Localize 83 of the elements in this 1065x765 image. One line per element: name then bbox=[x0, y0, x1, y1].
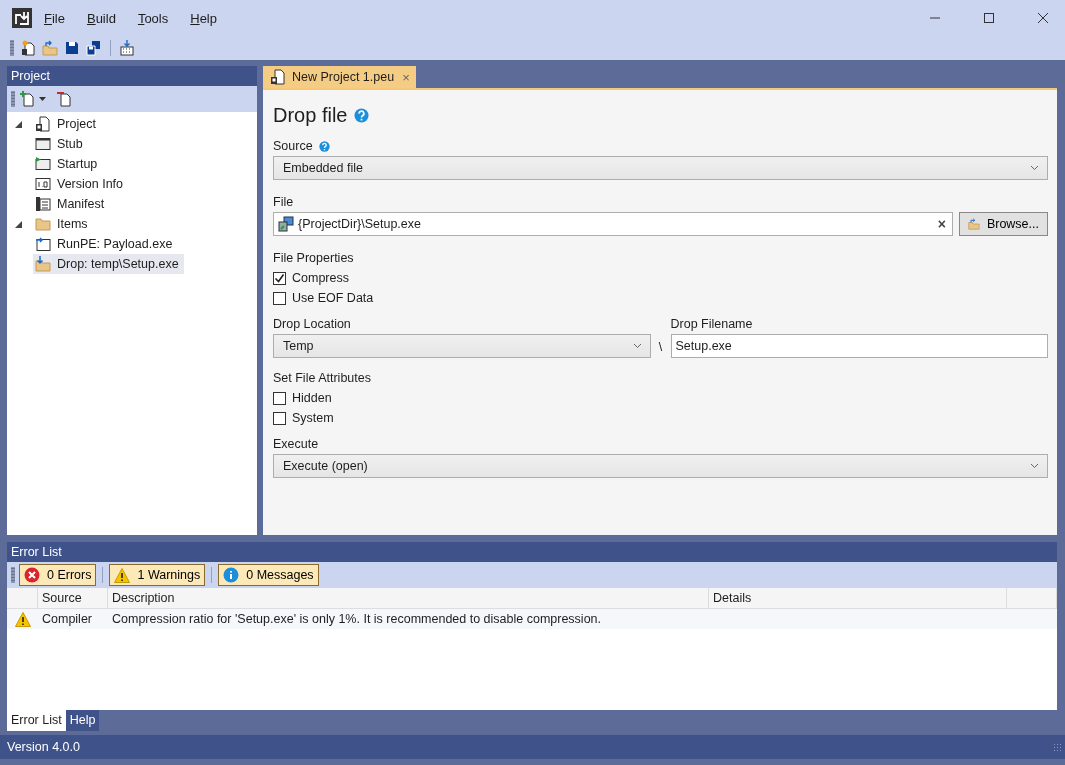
field-label: File bbox=[273, 195, 294, 209]
app-logo-icon bbox=[12, 8, 32, 28]
menu-item[interactable]: File bbox=[44, 10, 65, 26]
filter-toggle[interactable]: 0 Messages bbox=[218, 564, 319, 586]
page-title: Drop file bbox=[273, 103, 348, 127]
tree-item[interactable]: Items bbox=[33, 214, 93, 234]
tree-item[interactable]: Manifest bbox=[33, 194, 110, 214]
tree-item[interactable]: Drop: temp\Setup.exe bbox=[33, 254, 184, 274]
clear-button[interactable]: × bbox=[937, 216, 946, 232]
column-header[interactable]: Description bbox=[108, 588, 709, 608]
error-icon bbox=[24, 567, 40, 583]
chevron-down-icon bbox=[632, 343, 642, 349]
column-header[interactable]: Source bbox=[38, 588, 108, 608]
version-label: Version 4.0.0 bbox=[7, 740, 80, 754]
project-file-icon bbox=[35, 116, 51, 132]
menu-item[interactable]: Tools bbox=[137, 10, 169, 26]
window-icon bbox=[35, 136, 51, 152]
collapse-triangle-icon[interactable] bbox=[15, 120, 22, 128]
field-label: Source bbox=[273, 139, 313, 153]
help-icon[interactable] bbox=[354, 107, 370, 123]
remove-file-icon[interactable] bbox=[56, 91, 72, 107]
build-icon[interactable] bbox=[119, 40, 135, 56]
open-folder-icon bbox=[968, 216, 980, 232]
toolbar-grip[interactable] bbox=[10, 40, 14, 56]
checkbox-option[interactable]: Use EOF Data bbox=[273, 288, 1048, 308]
menu-item[interactable]: Help bbox=[190, 10, 217, 26]
menu-item[interactable]: Build bbox=[86, 10, 116, 26]
maximize-icon[interactable] bbox=[984, 13, 994, 23]
source-dropdown[interactable]: Embedded file bbox=[273, 156, 1048, 180]
tree-item[interactable]: RunPE: Payload.exe bbox=[33, 234, 178, 254]
save-icon[interactable] bbox=[64, 40, 80, 56]
filter-toggle[interactable]: 0 Errors bbox=[19, 564, 97, 586]
manifest-list-icon bbox=[35, 196, 51, 212]
version-number-icon bbox=[35, 176, 51, 192]
tab-close-button[interactable]: × bbox=[402, 69, 410, 85]
file-path-field[interactable]: {ProjectDir}\Setup.exe × bbox=[273, 212, 953, 236]
checkbox-option[interactable]: Compress bbox=[273, 268, 1048, 288]
info-icon bbox=[223, 567, 240, 583]
drop-filename-field[interactable]: Setup.exe bbox=[670, 334, 1048, 358]
dropdown-caret-icon[interactable] bbox=[39, 97, 46, 101]
field-label: Execute bbox=[273, 437, 319, 451]
panel-tab[interactable]: Help bbox=[65, 710, 100, 731]
collapse-triangle-icon[interactable] bbox=[15, 220, 22, 228]
tree-item[interactable]: Project bbox=[33, 114, 101, 134]
drop-location-dropdown[interactable]: Temp bbox=[273, 334, 651, 358]
new-file-icon[interactable] bbox=[20, 40, 36, 56]
window-flag-icon bbox=[35, 156, 51, 172]
checkmark-icon bbox=[274, 272, 285, 284]
toolbar-grip[interactable] bbox=[11, 567, 15, 583]
execute-dropdown[interactable]: Execute (open) bbox=[273, 454, 1048, 478]
checkbox-option[interactable]: Hidden bbox=[273, 388, 1048, 408]
add-file-icon[interactable] bbox=[19, 91, 35, 107]
chevron-down-icon bbox=[1030, 165, 1039, 171]
field-label: Drop Filename bbox=[670, 317, 753, 331]
panel-title: Error List bbox=[7, 542, 1057, 562]
table-cell-text: Compiler bbox=[41, 611, 93, 628]
path-separator: \ bbox=[657, 339, 664, 356]
warning-icon bbox=[14, 611, 31, 627]
checkbox-option[interactable]: System bbox=[273, 408, 1048, 428]
toolbar-grip[interactable] bbox=[11, 91, 15, 107]
tree-item[interactable]: Version Info bbox=[33, 174, 128, 194]
panel-title: Project bbox=[7, 66, 257, 86]
tree-item[interactable]: Stub bbox=[33, 134, 88, 154]
warning-icon bbox=[114, 567, 131, 583]
table-cell-text: Compression ratio for 'Setup.exe' is only 1%. It is recommended to disable compression. bbox=[111, 611, 602, 628]
project-file-icon bbox=[270, 69, 286, 85]
field-label: Drop Location bbox=[273, 317, 351, 331]
close-icon[interactable] bbox=[1038, 13, 1048, 23]
chevron-down-icon bbox=[1030, 463, 1039, 469]
field-label: File Properties bbox=[273, 251, 354, 265]
help-icon[interactable] bbox=[318, 140, 330, 152]
field-label: Set File Attributes bbox=[273, 371, 371, 385]
tree-item[interactable]: Startup bbox=[33, 154, 103, 174]
column-header[interactable]: Details bbox=[709, 588, 1007, 608]
save-all-icon[interactable] bbox=[86, 40, 102, 56]
open-folder-icon[interactable] bbox=[42, 40, 58, 56]
installer-icon bbox=[278, 216, 294, 232]
browse-button[interactable]: Browse... bbox=[959, 212, 1048, 236]
filter-toggle[interactable]: 1 Warnings bbox=[109, 564, 206, 586]
panel-tab[interactable]: Error List bbox=[7, 710, 66, 731]
folder-icon bbox=[35, 216, 51, 232]
document-tab[interactable]: New Project 1.peu × bbox=[263, 66, 416, 88]
folder-down-arrow-icon bbox=[35, 256, 51, 272]
